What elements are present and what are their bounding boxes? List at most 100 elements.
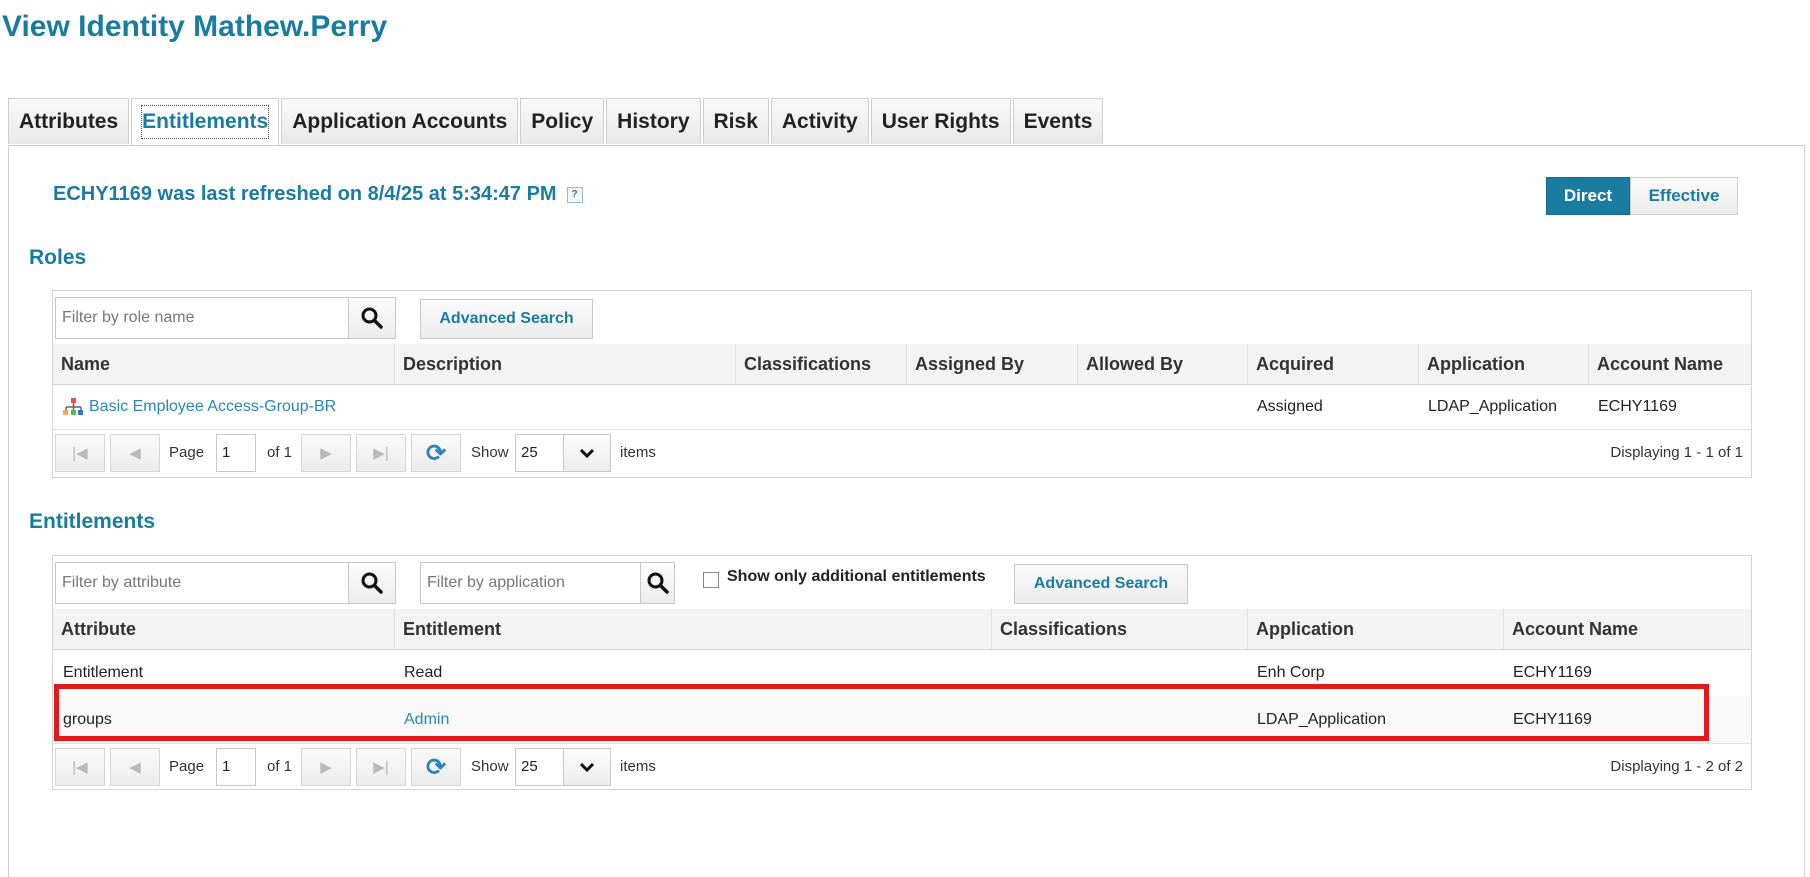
role-account-cell: ECHY1169 xyxy=(1598,398,1677,415)
page-of-label: of 1 xyxy=(267,444,293,461)
prev-page-icon: ◀ xyxy=(129,759,141,776)
prev-page-button[interactable]: ◀ xyxy=(110,434,160,472)
attribute-search-button[interactable] xyxy=(348,563,395,603)
refresh-button[interactable]: ⟳ xyxy=(411,748,461,786)
role-acquired-cell: Assigned xyxy=(1257,398,1323,415)
page-label: Page xyxy=(169,444,205,461)
page-size-value: 25 xyxy=(521,758,538,775)
entitlement-cell: Admin xyxy=(394,696,991,743)
effective-button[interactable]: Effective xyxy=(1630,177,1738,215)
application-cell: Enh Corp xyxy=(1257,664,1325,681)
page-input[interactable]: 1 xyxy=(216,434,256,472)
tab-risk[interactable]: Risk xyxy=(702,98,769,144)
search-icon xyxy=(361,307,383,329)
column-header[interactable]: Acquired xyxy=(1247,344,1418,384)
refresh-status-text: ECHY1169 was last refreshed on 8/4/25 at… xyxy=(53,183,557,205)
show-label: Show xyxy=(471,444,509,461)
first-page-button[interactable]: |◀ xyxy=(55,748,105,786)
page-title: View Identity Mathew.Perry xyxy=(2,10,388,43)
tab-activity[interactable]: Activity xyxy=(770,98,869,144)
page-of-label: of 1 xyxy=(267,758,293,775)
column-header[interactable]: Application xyxy=(1247,609,1503,649)
chevron-down-icon xyxy=(579,448,595,459)
next-page-icon: ▶ xyxy=(320,445,332,462)
help-icon[interactable]: ? xyxy=(566,186,583,203)
column-header[interactable]: Account Name xyxy=(1503,609,1751,649)
additional-entitlements-label: Show only additional entitlements xyxy=(727,568,986,585)
prev-page-button[interactable]: ◀ xyxy=(110,748,160,786)
roles-advanced-search-button[interactable]: Advanced Search xyxy=(420,299,593,339)
page-size-dropdown[interactable] xyxy=(563,435,610,471)
next-page-icon: ▶ xyxy=(320,759,332,776)
role-search-button[interactable] xyxy=(348,298,395,338)
tab-events[interactable]: Events xyxy=(1012,98,1104,144)
table-row[interactable]: Entitlement Read Enh Corp ECHY1169 xyxy=(53,650,1751,697)
tab-application-accounts[interactable]: Application Accounts xyxy=(281,98,519,144)
page-input[interactable]: 1 xyxy=(216,748,256,786)
column-header[interactable]: Classifications xyxy=(735,344,906,384)
search-icon xyxy=(361,572,383,594)
table-row[interactable]: Basic Employee Access-Group-BR Assigned … xyxy=(53,385,1751,430)
direct-button[interactable]: Direct xyxy=(1546,177,1630,215)
tab-bar: Attributes Entitlements Application Acco… xyxy=(8,98,1105,145)
role-name-link[interactable]: Basic Employee Access-Group-BR xyxy=(89,398,336,416)
show-label: Show xyxy=(471,758,509,775)
first-page-icon: |◀ xyxy=(72,759,88,776)
account-cell: ECHY1169 xyxy=(1513,664,1592,681)
table-row[interactable]: groups Admin LDAP_Application ECHY1169 xyxy=(53,696,1751,744)
page-size-select[interactable]: 25 xyxy=(515,748,611,786)
column-header[interactable]: Name xyxy=(53,344,394,384)
tab-user-rights[interactable]: User Rights xyxy=(870,98,1011,144)
role-application-cell: LDAP_Application xyxy=(1428,398,1557,415)
roles-pager: |◀ ◀ Page 1 of 1 ▶ ▶| ⟳ Show 25 items Di… xyxy=(53,429,1751,477)
last-page-icon: ▶| xyxy=(373,445,389,462)
tab-entitlements-label: Entitlements xyxy=(141,105,270,139)
entitlements-advanced-search-button[interactable]: Advanced Search xyxy=(1014,564,1188,604)
entitlements-header-row: Attribute Entitlement Classifications Ap… xyxy=(53,609,1751,650)
page-size-dropdown[interactable] xyxy=(563,749,610,785)
column-header[interactable]: Assigned By xyxy=(906,344,1077,384)
tab-history[interactable]: History xyxy=(606,98,701,144)
prev-page-icon: ◀ xyxy=(129,445,141,462)
next-page-button[interactable]: ▶ xyxy=(301,748,351,786)
application-filter-input[interactable] xyxy=(421,563,640,603)
account-cell: ECHY1169 xyxy=(1513,710,1592,728)
displaying-count: Displaying 1 - 2 of 2 xyxy=(1610,758,1743,775)
attribute-cell: groups xyxy=(63,710,112,728)
view-toggle: Direct Effective xyxy=(1546,177,1738,215)
attribute-filter-input[interactable] xyxy=(56,563,348,603)
entitlements-grid: Show only additional entitlements Advanc… xyxy=(52,555,1752,790)
tab-entitlements[interactable]: Entitlements xyxy=(131,98,280,145)
column-header[interactable]: Allowed By xyxy=(1077,344,1247,384)
last-page-button[interactable]: ▶| xyxy=(356,748,406,786)
column-header[interactable]: Application xyxy=(1418,344,1588,384)
tab-policy[interactable]: Policy xyxy=(520,98,605,144)
next-page-button[interactable]: ▶ xyxy=(301,434,351,472)
column-header[interactable]: Attribute xyxy=(53,609,394,649)
role-filter-input[interactable] xyxy=(56,298,348,338)
first-page-button[interactable]: |◀ xyxy=(55,434,105,472)
entitlements-toolbar: Show only additional entitlements Advanc… xyxy=(53,556,1751,610)
column-header[interactable]: Classifications xyxy=(991,609,1247,649)
tab-attributes[interactable]: Attributes xyxy=(8,98,130,144)
items-label: items xyxy=(620,758,656,775)
first-page-icon: |◀ xyxy=(72,445,88,462)
column-header[interactable]: Entitlement xyxy=(394,609,991,649)
role-description-cell xyxy=(394,385,735,429)
last-page-button[interactable]: ▶| xyxy=(356,434,406,472)
items-label: items xyxy=(620,444,656,461)
role-name-cell: Basic Employee Access-Group-BR xyxy=(53,385,394,429)
page-size-value: 25 xyxy=(521,444,538,461)
column-header[interactable]: Description xyxy=(394,344,735,384)
application-search-button[interactable] xyxy=(640,563,674,603)
refresh-icon: ⟳ xyxy=(425,439,447,467)
chevron-down-icon xyxy=(579,762,595,773)
page-size-select[interactable]: 25 xyxy=(515,434,611,472)
additional-entitlements-checkbox[interactable] xyxy=(703,572,719,588)
entitlement-link[interactable]: Admin xyxy=(404,711,449,729)
refresh-button[interactable]: ⟳ xyxy=(411,434,461,472)
refresh-status: ECHY1169 was last refreshed on 8/4/25 at… xyxy=(53,183,583,206)
column-header[interactable]: Account Name xyxy=(1588,344,1751,384)
roles-grid: Advanced Search Name Description Classif… xyxy=(52,290,1752,478)
last-page-icon: ▶| xyxy=(373,759,389,776)
